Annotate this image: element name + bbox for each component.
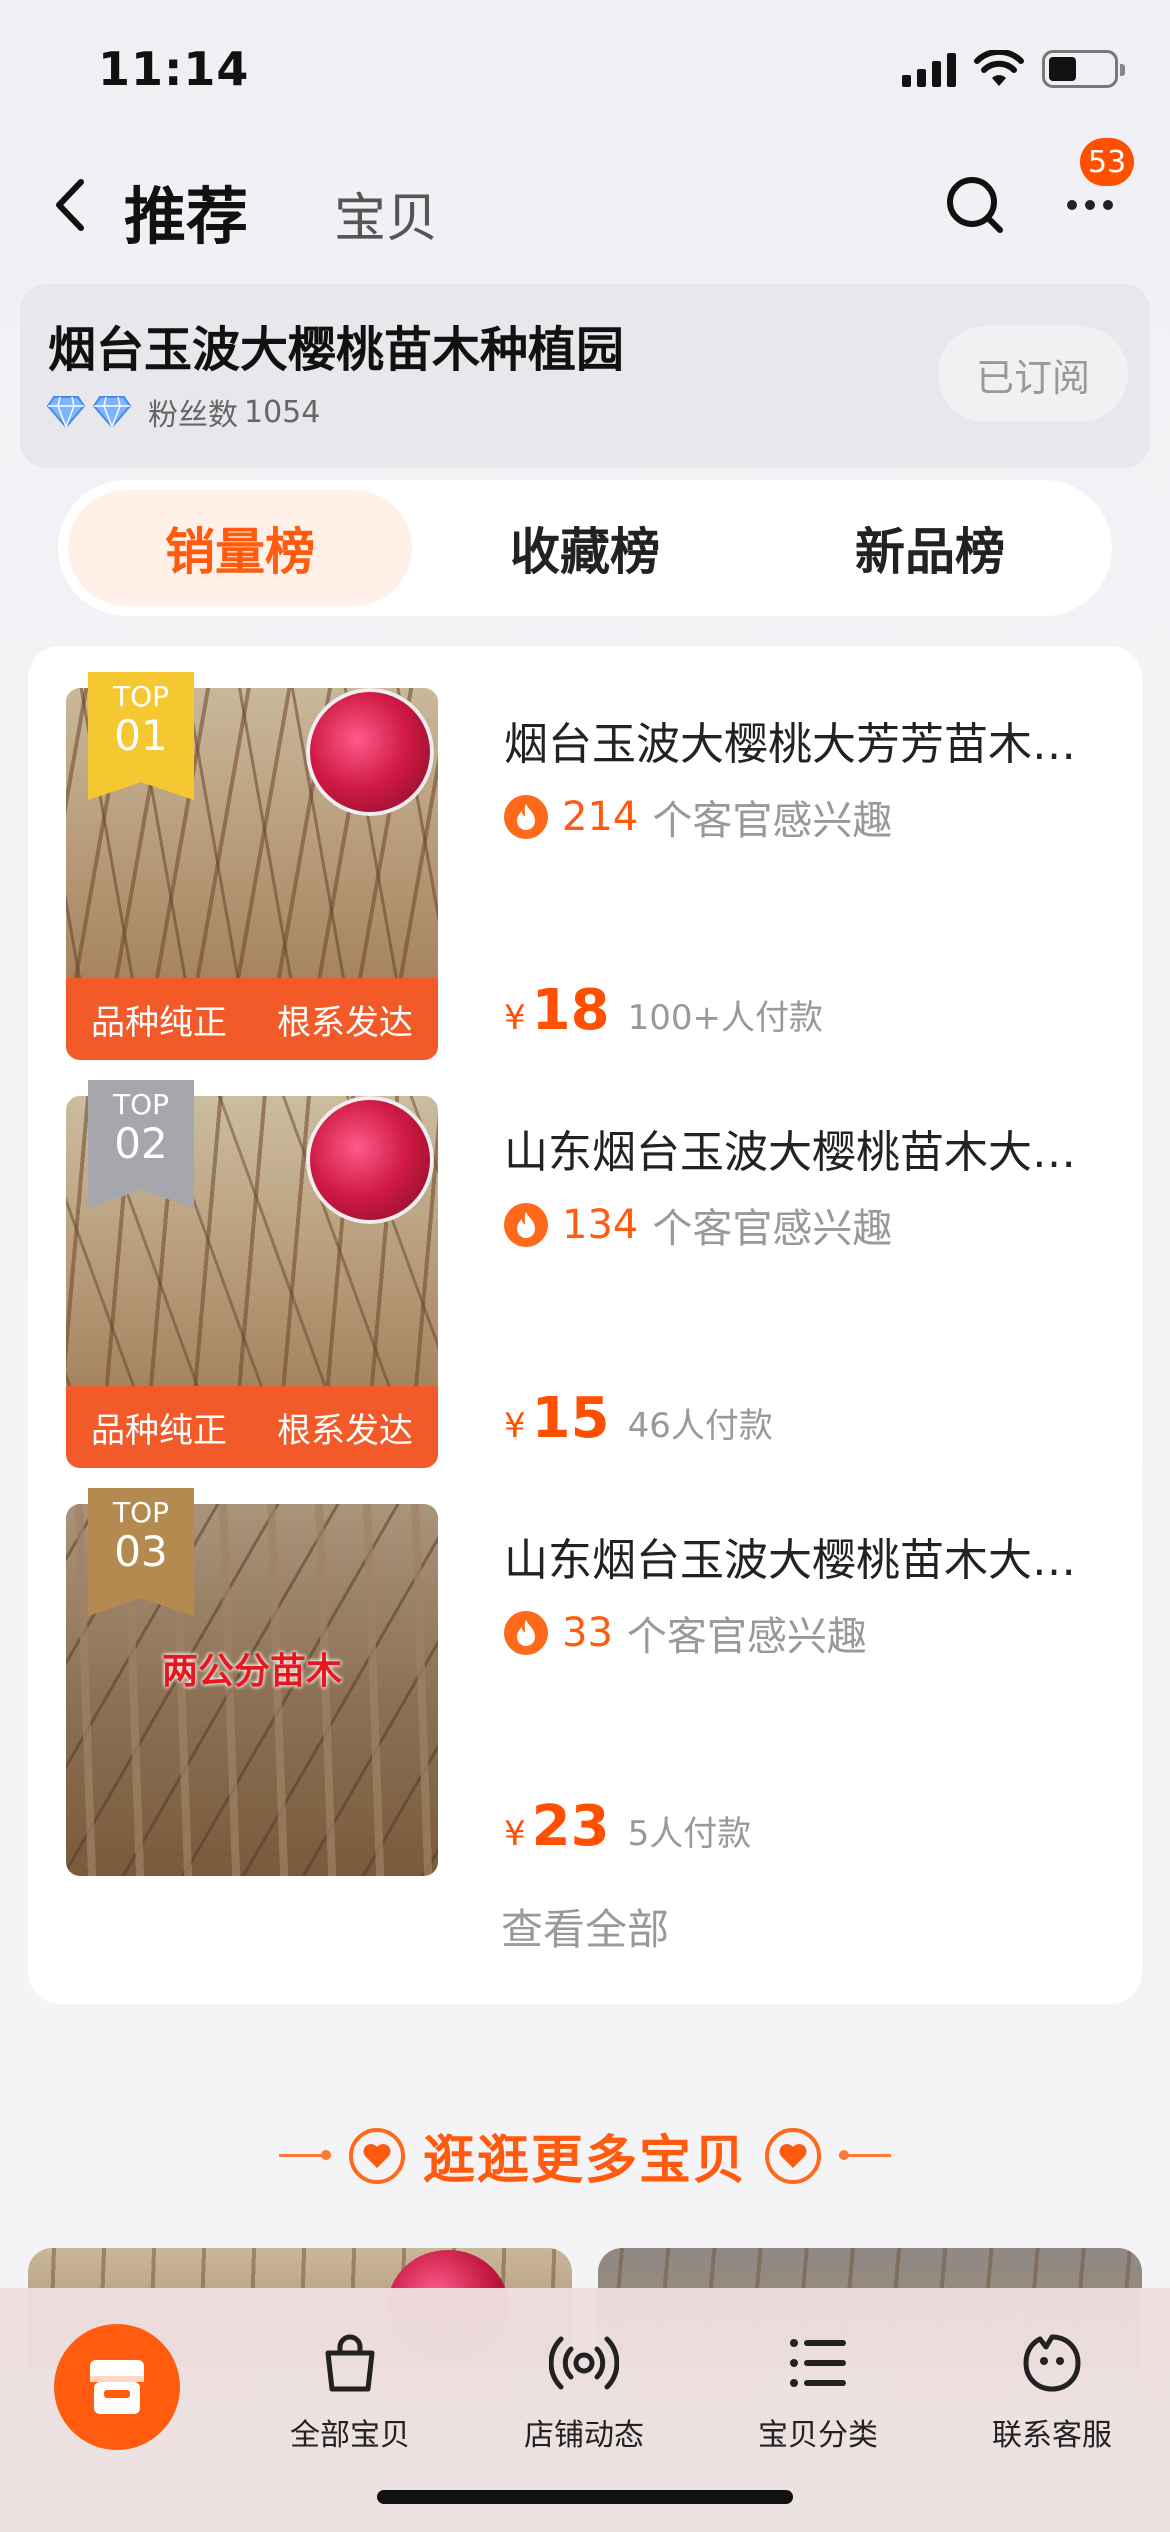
ranking-item[interactable]: 品种纯正 根系发达 TOP 02 山东烟台玉波大樱桃苗木大芳芳果苗 134 个客…: [66, 1080, 1106, 1468]
broadcast-icon: [549, 2328, 619, 2398]
view-all-link[interactable]: 查看全部: [28, 1896, 1142, 1957]
tab-sales-rank[interactable]: 销量榜: [68, 490, 412, 606]
search-icon: [947, 177, 1003, 233]
search-button[interactable]: [940, 170, 1010, 240]
product-title: 山东烟台玉波大樱桃苗木大芳芳苗: [504, 1535, 1104, 1586]
price: 23: [531, 1794, 610, 1859]
more-products-title: 逛逛更多宝贝: [422, 2131, 747, 2191]
heart-icon: [348, 2127, 405, 2184]
rank-ribbon: TOP 03: [88, 1488, 194, 1616]
interest-info: 134 个客官感兴趣: [504, 1196, 892, 1254]
diamond-icon: [46, 396, 86, 429]
price: 18: [531, 978, 610, 1043]
fire-icon: [504, 1611, 548, 1655]
chevron-left-icon: [56, 179, 84, 231]
product-title: 烟台玉波大樱桃大芳芳苗木基地直发: [504, 719, 1104, 770]
fire-icon: [504, 795, 548, 839]
shop-recommend-page: 11:14 推荐 宝贝 53 烟台玉波大樱桃苗木种植园 粉丝数 1054 已订阅…: [0, 0, 1170, 2532]
nav-all-products[interactable]: 全部宝贝: [260, 2328, 440, 2454]
interest-info: 214 个客官感兴趣: [504, 788, 892, 846]
tab-new-rank[interactable]: 新品榜: [758, 490, 1102, 606]
list-icon: [783, 2328, 853, 2398]
nav-categories[interactable]: 宝贝分类: [728, 2328, 908, 2454]
shop-name: 烟台玉波大樱桃苗木种植园: [48, 322, 625, 378]
price-row: ¥ 18 100+人付款: [504, 978, 823, 1043]
fans-count: 1054: [244, 394, 321, 430]
cherry-inset-image: [306, 1096, 434, 1224]
home-indicator: [377, 2490, 793, 2504]
service-face-icon: [1017, 2328, 1087, 2398]
image-banner: 品种纯正 根系发达: [66, 1386, 438, 1468]
cherry-inset-image: [306, 688, 434, 816]
more-products-header: 逛逛更多宝贝: [0, 2118, 1170, 2193]
diamond-icon: [92, 396, 132, 429]
interest-info: 33 个客官感兴趣: [504, 1604, 867, 1662]
status-icons: [902, 50, 1125, 88]
image-banner: 品种纯正 根系发达: [66, 978, 438, 1060]
status-time: 11:14: [98, 42, 250, 96]
message-badge: 53: [1080, 138, 1135, 186]
wifi-icon: [974, 50, 1024, 86]
store-icon: [90, 2360, 144, 2414]
tab-favorites-rank[interactable]: 收藏榜: [413, 490, 757, 606]
nav-shop-updates[interactable]: 店铺动态: [494, 2328, 674, 2454]
shop-meta: 粉丝数 1054: [46, 390, 320, 434]
top-nav: 推荐 宝贝 53: [0, 138, 1170, 270]
subscribe-button[interactable]: 已订阅: [938, 326, 1128, 422]
tab-products[interactable]: 宝贝: [334, 176, 438, 251]
ranking-item[interactable]: 品种纯正 根系发达 TOP 01 烟台玉波大樱桃大芳芳苗木基地直发 214 个客…: [66, 672, 1106, 1060]
price: 15: [531, 1386, 610, 1451]
cellular-signal-icon: [902, 51, 956, 87]
rank-ribbon: TOP 02: [88, 1080, 194, 1208]
status-bar: 11:14: [0, 0, 1170, 140]
shopping-bag-icon: [315, 2328, 385, 2398]
price-row: ¥ 15 46人付款: [504, 1386, 773, 1451]
rank-tabs: 销量榜 收藏榜 新品榜: [58, 480, 1112, 616]
back-button[interactable]: [40, 170, 100, 240]
sold-count: 100+人付款: [627, 998, 823, 1038]
tab-recommend[interactable]: 推荐: [124, 166, 248, 256]
shop-info-card[interactable]: 烟台玉波大樱桃苗木种植园 粉丝数 1054 已订阅: [20, 284, 1150, 468]
divider: [839, 2150, 891, 2160]
ranking-item[interactable]: 两公分苗木 TOP 03 山东烟台玉波大樱桃苗木大芳芳苗 33 个客官感兴趣 ¥…: [66, 1488, 1106, 1876]
divider: [278, 2150, 331, 2160]
store-home-button[interactable]: [54, 2324, 180, 2450]
fire-icon: [504, 1203, 548, 1247]
heart-icon: [765, 2127, 821, 2184]
image-overlay-text: 两公分苗木: [161, 1651, 342, 1692]
more-dot-icon: [1067, 200, 1077, 210]
fans-label: 粉丝数: [148, 398, 238, 433]
battery-icon: [1042, 50, 1125, 88]
more-dot-icon: [1085, 200, 1095, 210]
more-dot-icon: [1103, 200, 1113, 210]
product-title: 山东烟台玉波大樱桃苗木大芳芳果苗: [504, 1127, 1104, 1178]
sold-count: 46人付款: [627, 1406, 773, 1446]
nav-customer-service[interactable]: 联系客服: [962, 2328, 1142, 2454]
ranking-list: 品种纯正 根系发达 TOP 01 烟台玉波大樱桃大芳芳苗木基地直发 214 个客…: [28, 646, 1142, 2004]
rank-ribbon: TOP 01: [88, 672, 194, 800]
price-row: ¥ 23 5人付款: [504, 1794, 752, 1859]
sold-count: 5人付款: [627, 1814, 752, 1854]
